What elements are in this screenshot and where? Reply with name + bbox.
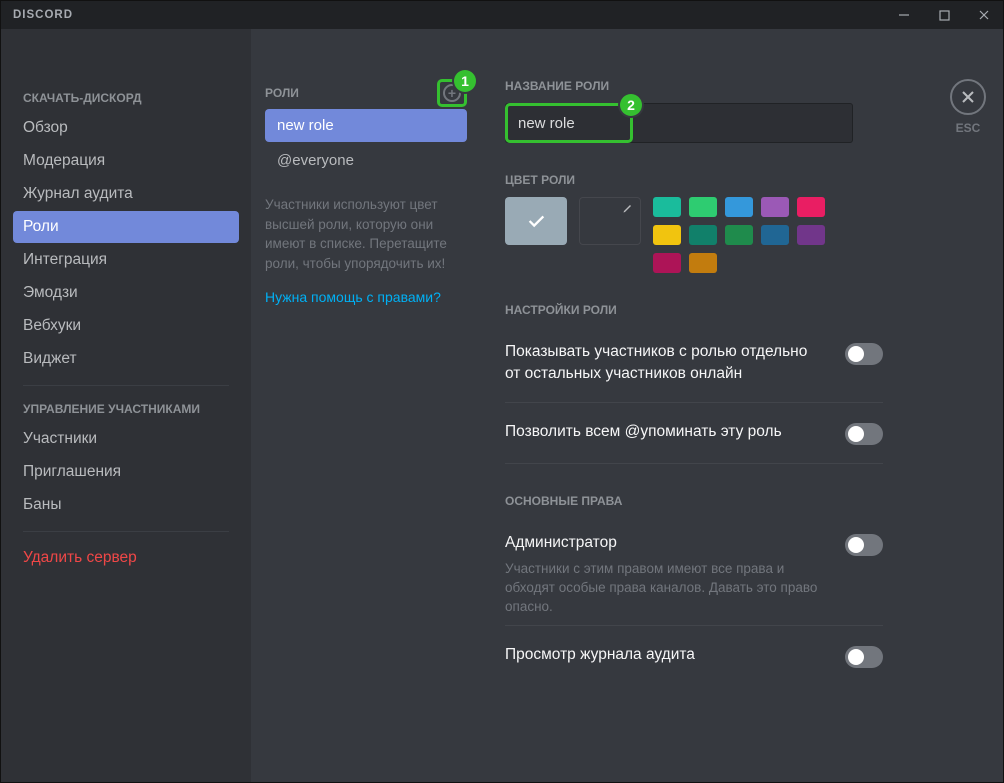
role-name-label: НАЗВАНИЕ РОЛИ [505,79,883,93]
annotation-badge: 1 [454,70,476,92]
color-swatch[interactable] [761,197,789,217]
perm-audit-toggle[interactable] [845,646,883,668]
default-color-swatch[interactable] [505,197,567,245]
perm-audit-label: Просмотр журнала аудита [505,644,825,666]
app-title: DISCORD [13,9,73,21]
sidebar-item-audit-log[interactable]: Журнал аудита [13,178,239,210]
setting-mention-label: Позволить всем @упоминать эту роль [505,421,825,443]
sidebar-section-header: СКАЧАТЬ-ДИСКОРД [13,85,239,111]
sidebar-item-emoji[interactable]: Эмодзи [13,277,239,309]
color-swatch[interactable] [725,225,753,245]
close-window-button[interactable] [977,8,991,22]
divider [505,402,883,403]
sidebar-item-moderation[interactable]: Модерация [13,145,239,177]
perm-admin-toggle[interactable] [845,534,883,556]
pencil-icon [622,202,634,217]
divider [505,463,883,464]
close-settings-button[interactable] [950,79,986,115]
roles-hint-text: Участники используют цвет высшей роли, к… [265,195,467,273]
color-swatch[interactable] [797,225,825,245]
color-swatch[interactable] [653,197,681,217]
close-icon [960,89,976,105]
role-name-input[interactable]: new role [505,103,853,143]
titlebar: DISCORD [1,1,1003,29]
role-editor-panel: НАЗВАНИЕ РОЛИ new role 2 ЦВЕТ РОЛИ [481,29,933,782]
role-color-label: ЦВЕТ РОЛИ [505,173,883,187]
color-swatch[interactable] [725,197,753,217]
divider [23,531,229,532]
maximize-button[interactable] [937,8,951,22]
sidebar-item-webhooks[interactable]: Вебхуки [13,310,239,342]
permissions-label: ОСНОВНЫЕ ПРАВА [505,494,883,508]
settings-sidebar: СКАЧАТЬ-ДИСКОРД Обзор Модерация Журнал а… [1,29,251,782]
color-swatch[interactable] [653,225,681,245]
color-swatch-grid [653,197,825,273]
perm-admin-desc: Участники с этим правом имеют все права … [505,560,825,617]
minimize-button[interactable] [897,8,911,22]
color-swatch[interactable] [689,225,717,245]
setting-mention-toggle[interactable] [845,423,883,445]
sidebar-item-members[interactable]: Участники [13,423,239,455]
color-swatch[interactable] [761,225,789,245]
delete-server-link[interactable]: Удалить сервер [13,542,239,574]
color-swatch[interactable] [689,253,717,273]
sidebar-section-header: УПРАВЛЕНИЕ УЧАСТНИКАМИ [13,396,239,422]
role-list-item[interactable]: @everyone [265,144,467,177]
setting-hoist-toggle[interactable] [845,343,883,365]
esc-label: ESC [956,121,981,135]
color-swatch[interactable] [653,253,681,273]
divider [23,385,229,386]
sidebar-item-roles[interactable]: Роли [13,211,239,243]
sidebar-item-invites[interactable]: Приглашения [13,456,239,488]
color-swatch[interactable] [797,197,825,217]
roles-header: РОЛИ [265,86,299,100]
sidebar-item-overview[interactable]: Обзор [13,112,239,144]
check-icon [525,210,547,232]
color-swatch[interactable] [689,197,717,217]
roles-list-column: РОЛИ + 1 new role @everyone Участники ис… [251,29,481,782]
perm-admin-label: Администратор [505,532,825,554]
sidebar-item-integrations[interactable]: Интеграция [13,244,239,276]
roles-help-link[interactable]: Нужна помощь с правами? [265,289,467,305]
sidebar-item-widget[interactable]: Виджет [13,343,239,375]
role-name-value: new role [518,115,575,132]
divider [505,625,883,626]
role-list-item[interactable]: new role [265,109,467,142]
custom-color-swatch[interactable] [579,197,641,245]
add-role-button[interactable]: + 1 [437,79,467,107]
sidebar-item-bans[interactable]: Баны [13,489,239,521]
setting-hoist-label: Показывать участников с ролью отдельно о… [505,341,825,384]
role-settings-label: НАСТРОЙКИ РОЛИ [505,303,883,317]
